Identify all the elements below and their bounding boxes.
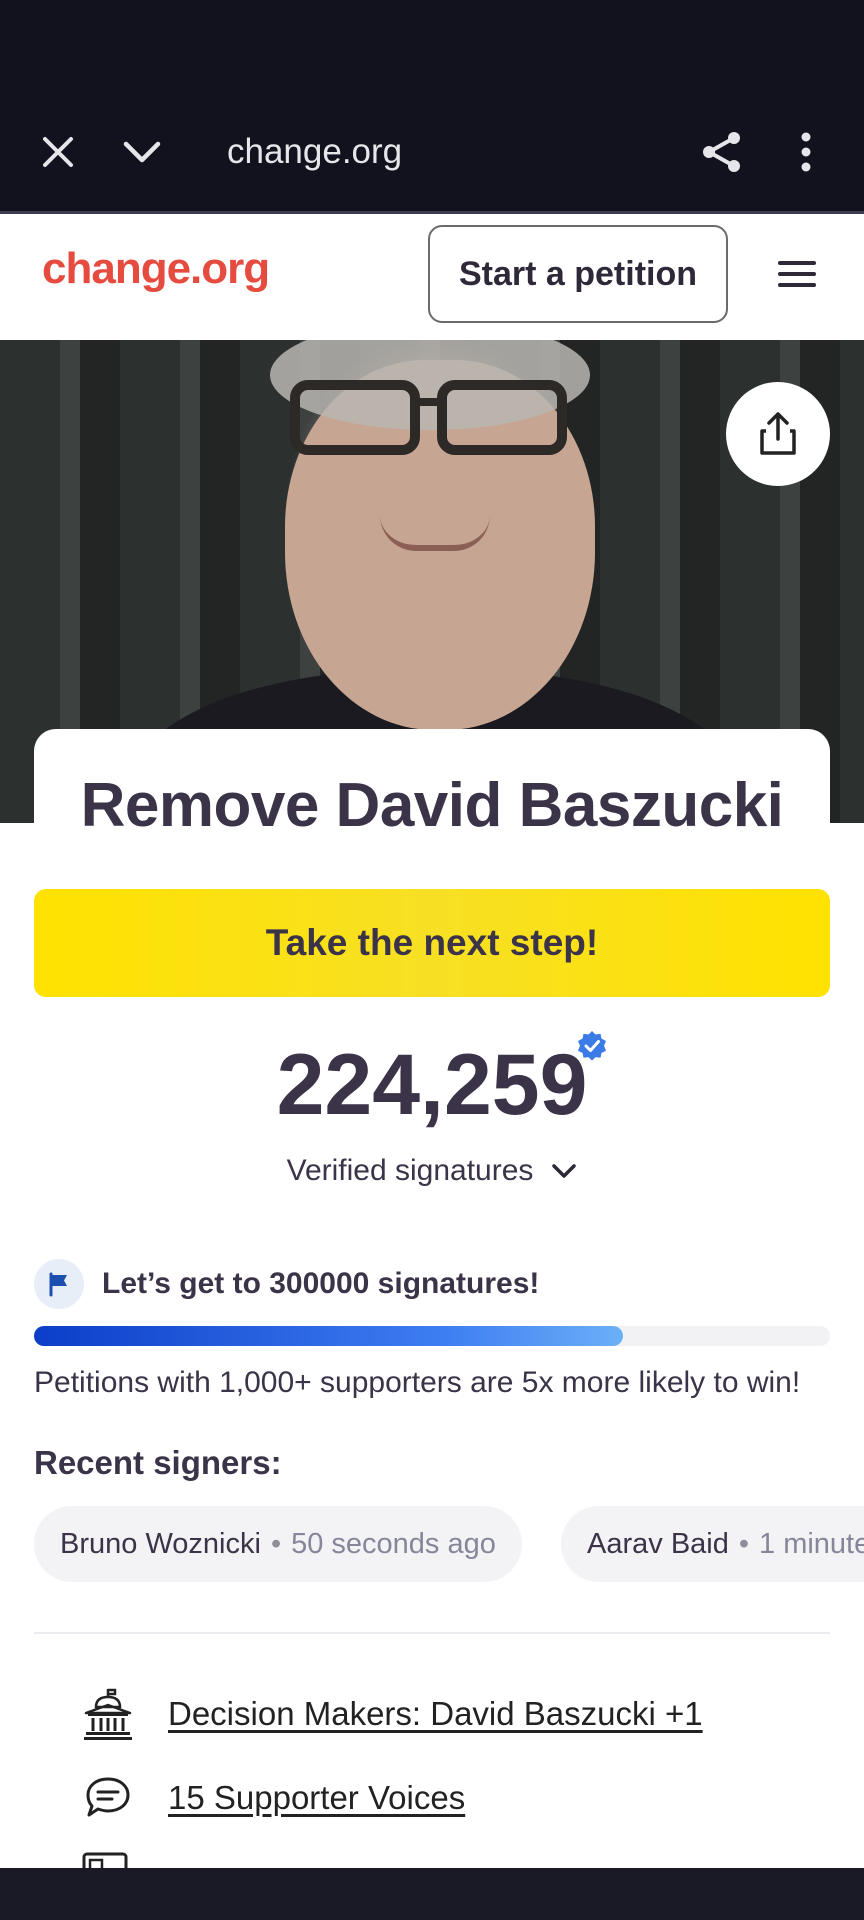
change-org-logo[interactable]: change.org [42,244,270,294]
share-upload-icon [760,412,796,455]
petition-title: Remove David Baszucki [80,771,784,840]
hamburger-menu-icon[interactable] [774,254,820,294]
speech-bubble-icon [80,1770,136,1826]
goal-row: Let’s get to 300000 signatures! [34,1258,539,1310]
separator-dot: • [738,1527,750,1560]
chevron-down-icon [552,1164,577,1178]
supporter-voices-link[interactable]: 15 Supporter Voices [168,1779,465,1817]
updates-icon [82,1852,136,1868]
supporter-voices-row[interactable]: 15 Supporter Voices [80,1768,465,1828]
decision-makers-row[interactable]: Decision Makers: David Baszucki +1 [80,1684,703,1744]
signer-name: Bruno Woznicki [60,1527,261,1560]
recent-signers-title: Recent signers: [34,1444,282,1481]
goal-text: Let’s get to 300000 signatures! [102,1267,540,1300]
share-icon[interactable] [698,92,746,212]
signer-chip: Bruno Woznicki • 50 seconds ago [34,1506,522,1582]
signer-chip: Aarav Baid • 1 minute ago [561,1506,864,1582]
close-icon[interactable] [30,92,86,212]
url-text[interactable]: change.org [227,92,402,212]
government-building-icon [80,1686,136,1742]
signer-time: 50 seconds ago [291,1527,496,1560]
separator-dot: • [270,1527,282,1560]
decision-makers-link[interactable]: Decision Makers: David Baszucki +1 [168,1695,703,1733]
verified-signatures-toggle[interactable]: Verified signatures [0,1154,864,1188]
progress-fill [34,1326,624,1346]
recent-signers-list[interactable]: Bruno Woznicki • 50 seconds ago Aarav Ba… [34,1506,864,1582]
site-header: change.org Start a petition [0,214,864,340]
flag-icon [34,1259,84,1309]
signer-name: Aarav Baid [587,1527,729,1560]
share-petition-button[interactable] [726,382,830,486]
section-divider [34,1632,830,1634]
verified-badge-icon [576,1030,608,1062]
signature-count: 224,259 [276,1037,588,1133]
more-options-icon[interactable] [786,92,826,212]
take-next-step-button[interactable]: Take the next step! [34,889,830,997]
browser-toolbar: change.org [0,92,864,212]
chevron-down-icon[interactable] [114,92,170,212]
start-petition-button[interactable]: Start a petition [428,225,728,323]
signature-progress-bar [34,1326,830,1346]
status-bar [0,0,864,92]
system-navigation-bar [0,1868,864,1920]
verified-signatures-label: Verified signatures [286,1154,534,1187]
supporters-tip: Petitions with 1,000+ supporters are 5x … [34,1366,801,1399]
signer-time: 1 minute ago [759,1527,864,1560]
